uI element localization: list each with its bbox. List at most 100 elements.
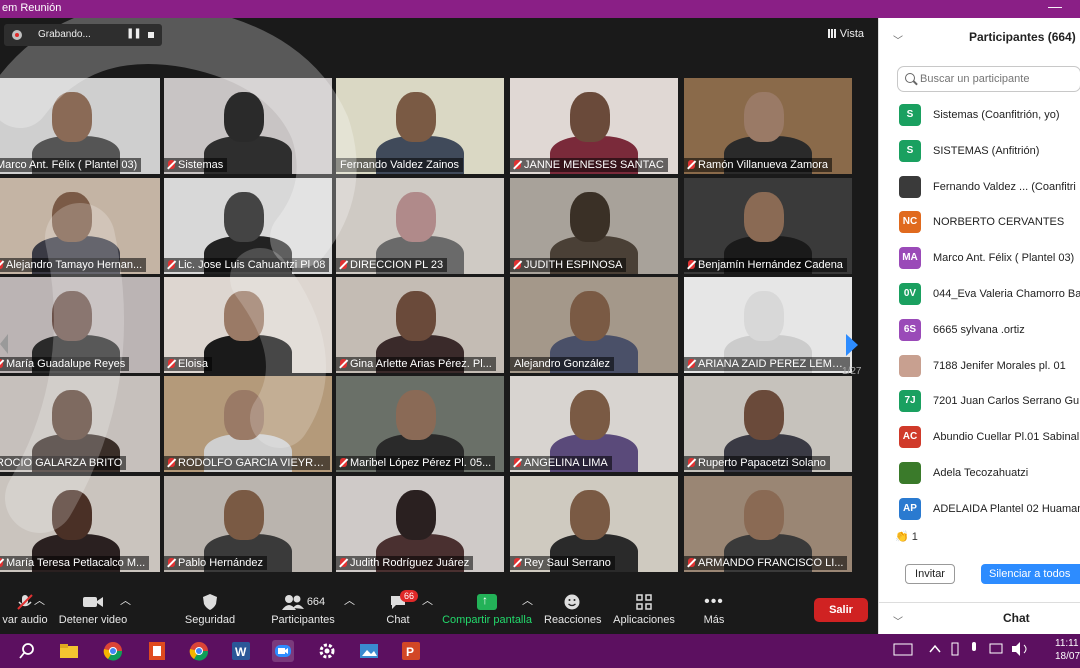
chat-chevron-icon[interactable]: ﹀ <box>893 613 903 628</box>
video-options-caret[interactable]: ︿ <box>120 592 131 608</box>
next-page-arrow[interactable] <box>846 334 858 356</box>
participant-list-item[interactable]: MA Marco Ant. Félix ( Plantel 03) <box>879 241 1080 277</box>
participant-list-item[interactable]: 0V 044_Eva Valeria Chamorro Ba <box>879 277 1080 313</box>
photos-icon[interactable] <box>358 640 380 662</box>
grid-view-icon <box>827 29 837 38</box>
mute-all-button[interactable]: Silenciar a todos <box>981 564 1080 584</box>
participant-list-item[interactable]: S Sistemas (Coanfitrión, yo) <box>879 98 1080 134</box>
chat-options-caret[interactable]: ︿ <box>422 592 433 608</box>
security-button[interactable]: Seguridad <box>180 592 240 626</box>
participant-video-tile[interactable]: Lic. Jose Luis Cahuantzi Pl 08 <box>164 178 332 274</box>
chrome-icon[interactable] <box>102 640 124 662</box>
participant-video-tile[interactable]: Benjamín Hernández Cadena <box>684 178 852 274</box>
participant-video-tile[interactable]: ARMANDO FRANCISCO LI... <box>684 476 852 572</box>
audio-label: var audio <box>2 614 48 626</box>
participant-video-tile[interactable]: DIRECCION PL 23 <box>336 178 504 274</box>
participant-name-label: Pablo Hernández <box>164 556 268 570</box>
participant-list-item[interactable]: S SISTEMAS (Anfitrión) <box>879 134 1080 170</box>
participant-video-tile[interactable]: Sistemas <box>164 78 332 174</box>
participant-video-tile[interactable]: RODOLFO GARCIA VIEYRA ... <box>164 376 332 472</box>
chat-header[interactable]: ﹀ Chat <box>879 602 1080 634</box>
video-button[interactable]: Detener video <box>58 592 128 626</box>
collapse-chevron-icon[interactable]: ﹀ <box>893 32 903 47</box>
muted-mic-icon <box>0 260 3 269</box>
audio-options-caret[interactable]: ︿ <box>34 592 45 608</box>
pause-recording-button[interactable]: ❚❚ <box>126 28 142 39</box>
minimize-button[interactable]: — <box>1048 0 1062 14</box>
file-explorer-icon[interactable] <box>58 640 80 662</box>
avatar <box>899 461 921 484</box>
share-screen-button[interactable]: Compartir pantalla <box>442 592 532 626</box>
participant-video-tile[interactable]: Eloisa <box>164 277 332 373</box>
participant-list-item[interactable]: AC Abundio Cuellar Pl.01 Sabinal <box>879 420 1080 456</box>
more-button[interactable]: ••• Más <box>696 592 732 626</box>
participant-video-tile[interactable]: JUDITH ESPINOSA <box>510 178 678 274</box>
participant-list-item[interactable]: Fernando Valdez ... (Coanfitri <box>879 170 1080 206</box>
muted-mic-icon <box>340 359 347 368</box>
participants-options-caret[interactable]: ︿ <box>344 592 355 608</box>
participant-list-item[interactable]: AP ADELAIDA Plantel 02 Huaman <box>879 492 1080 528</box>
apps-icon <box>636 594 652 610</box>
recording-indicator: Grabando... ❚❚ <box>4 24 162 46</box>
participant-name-label: Rey Saul Serrano <box>510 556 615 570</box>
word-icon[interactable]: W <box>230 640 252 662</box>
participant-video-tile[interactable]: Maribel López Pérez Pl. 05... <box>336 376 504 472</box>
chrome-profile-icon[interactable] <box>188 640 210 662</box>
participant-video-tile[interactable]: Alejandro González <box>510 277 678 373</box>
previous-page-arrow[interactable] <box>0 334 8 354</box>
tray-icons[interactable] <box>890 638 1040 660</box>
participant-list-item[interactable]: 7J 7201 Juan Carlos Serrano Gu <box>879 384 1080 420</box>
participant-video-tile[interactable]: Judith Rodríguez Juárez <box>336 476 504 572</box>
share-options-caret[interactable]: ︿ <box>522 592 533 608</box>
participant-name-text: Rey Saul Serrano <box>524 557 611 569</box>
participant-video-tile[interactable]: ARIANA ZAID PEREZ LEMO... <box>684 277 852 373</box>
participant-video-tile[interactable]: ANGELINA LIMA <box>510 376 678 472</box>
view-button[interactable]: Vista <box>827 28 864 40</box>
participant-video-tile[interactable]: Ruperto Papacetzi Solano <box>684 376 852 472</box>
muted-mic-icon <box>688 359 695 368</box>
participant-head <box>744 490 784 540</box>
recording-label: Grabando... <box>38 29 91 40</box>
leave-button[interactable]: Salir <box>814 598 868 622</box>
participant-list-name: Sistemas (Coanfitrión, yo) <box>933 109 1060 121</box>
participant-list-item[interactable]: NC NORBERTO CERVANTES <box>879 205 1080 241</box>
participant-list-item[interactable]: 7188 Jenifer Morales pl. 01 <box>879 349 1080 385</box>
participant-list-item[interactable]: Adela Tecozahuatzi <box>879 456 1080 492</box>
participants-button[interactable]: 664 Participantes <box>268 592 338 626</box>
participant-video-tile[interactable]: Gina Arlette Arias Pérez. Pl... <box>336 277 504 373</box>
stop-recording-button[interactable] <box>148 32 154 38</box>
participant-name-text: Alejandro González <box>514 358 611 370</box>
participant-video-tile[interactable]: María Teresa Petlacalco M... <box>0 476 160 572</box>
participant-video-tile[interactable]: María Guadalupe Reyes <box>0 277 160 373</box>
participant-video-tile[interactable]: JANNE MENESES SANTAC <box>510 78 678 174</box>
participant-head <box>570 192 610 242</box>
invite-button[interactable]: Invitar <box>905 564 955 584</box>
participant-name-text: María Teresa Petlacalco M... <box>6 557 146 569</box>
participant-head <box>52 390 92 440</box>
participant-video-tile[interactable]: Fernando Valdez Zainos <box>336 78 504 174</box>
participant-video-tile[interactable]: Marco Ant. Félix ( Plantel 03) <box>0 78 160 174</box>
office-app-icon[interactable] <box>146 640 168 662</box>
participant-video-tile[interactable]: Pablo Hernández <box>164 476 332 572</box>
participant-video-tile[interactable]: ROCIO GALARZA BRITO <box>0 376 160 472</box>
participants-count: 664 <box>306 596 326 608</box>
participant-video-tile[interactable]: Rey Saul Serrano <box>510 476 678 572</box>
participant-name-label: Ramón Villanueva Zamora <box>684 158 833 172</box>
participant-video-tile[interactable]: Ramón Villanueva Zamora <box>684 78 852 174</box>
reactions-button[interactable]: Reacciones <box>544 592 601 626</box>
powerpoint-icon[interactable]: P <box>400 640 422 662</box>
muted-mic-icon <box>340 458 347 467</box>
muted-mic-icon <box>514 458 521 467</box>
participant-list-name: 044_Eva Valeria Chamorro Ba <box>933 287 1080 300</box>
participant-list-item[interactable]: 6S 6665 sylvana .ortiz <box>879 313 1080 349</box>
participant-list-name: NORBERTO CERVANTES <box>933 216 1065 229</box>
participant-video-tile[interactable]: Alejandro Tamayo Hernan... <box>0 178 160 274</box>
participant-name-label: Fernando Valdez Zainos <box>336 158 464 172</box>
participant-search-input[interactable] <box>897 66 1080 92</box>
settings-gear-icon[interactable] <box>316 640 338 662</box>
chat-button[interactable]: 66 Chat <box>378 590 419 626</box>
zoom-icon[interactable] <box>272 640 294 662</box>
apps-button[interactable]: Aplicaciones <box>612 592 676 626</box>
avatar: 7J <box>899 390 921 413</box>
search-icon[interactable] <box>16 640 38 662</box>
